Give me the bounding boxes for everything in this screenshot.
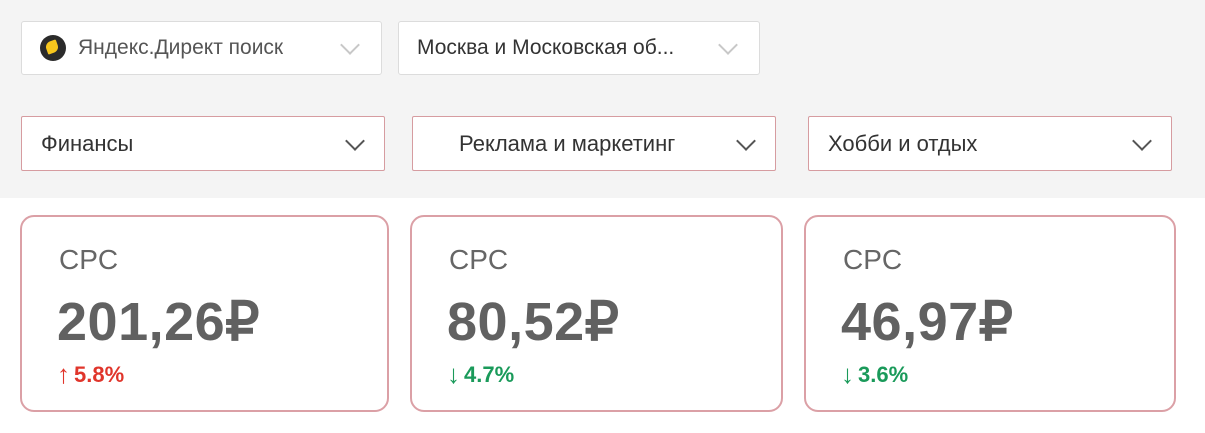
metric-delta: ↓ 4.7% [447,359,514,390]
category-select-marketing[interactable]: Реклама и маркетинг [412,116,776,171]
metric-name: CPC [843,244,903,275]
arrow-down-icon: ↓ [447,359,460,389]
metric-card-hobby: CPC 46,97₽ ↓ 3.6% [804,215,1176,412]
metric-name: CPC [59,244,119,275]
metric-name: CPC [449,244,509,275]
category-select-label: Финансы [41,130,134,156]
chevron-down-icon [1132,131,1152,151]
chevron-down-icon [345,131,365,151]
metric-card-marketing: CPC 80,52₽ ↓ 4.7% [410,215,783,412]
yandex-logo-icon [40,35,66,61]
metric-value: 80,52₽ [447,292,620,352]
arrow-down-icon: ↓ [841,359,854,389]
source-select[interactable]: Яндекс.Директ поиск [21,21,382,75]
category-select-label: Реклама и маркетинг [459,130,676,156]
metric-delta-value: 5.8% [74,361,125,387]
chevron-down-icon [736,131,756,151]
chevron-down-icon [718,35,738,55]
chevron-down-icon [340,35,360,55]
source-select-label: Яндекс.Директ поиск [78,36,284,59]
arrow-up-icon: ↑ [57,359,70,389]
region-select[interactable]: Москва и Московская об... [398,21,760,75]
region-select-label: Москва и Московская об... [417,36,675,59]
metric-delta-value: 3.6% [858,361,909,387]
category-select-label: Хобби и отдых [828,130,978,156]
metric-value: 201,26₽ [57,292,261,352]
metric-value: 46,97₽ [841,292,1014,352]
category-select-hobby[interactable]: Хобби и отдых [808,116,1172,171]
category-select-finance[interactable]: Финансы [21,116,385,171]
metric-delta: ↑ 5.8% [57,359,124,390]
metric-card-finance: CPC 201,26₽ ↑ 5.8% [20,215,389,412]
metric-delta-value: 4.7% [464,361,515,387]
metric-delta: ↓ 3.6% [841,359,908,390]
